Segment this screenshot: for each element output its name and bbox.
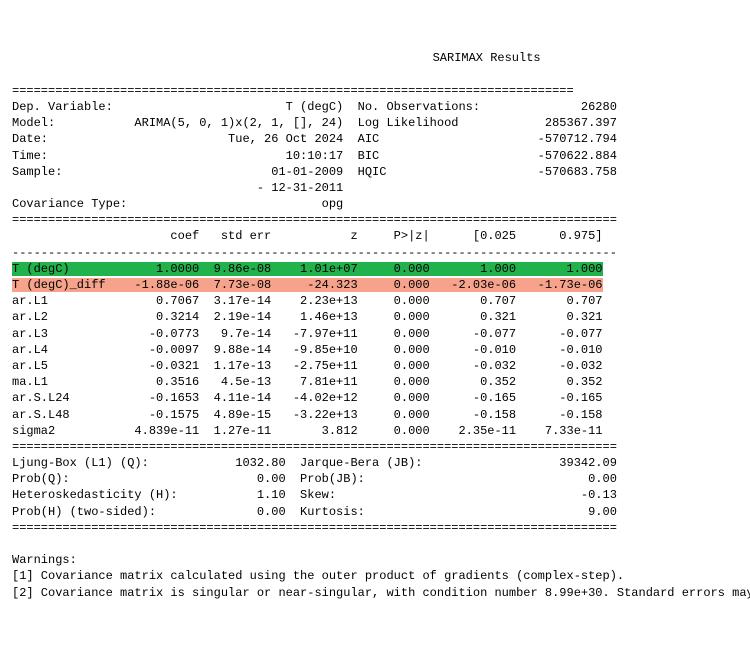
coef-row: ar.L4 -0.0097 9.88e-14 -9.85e+10 0.000 -…: [12, 343, 603, 357]
coef-row: ma.L1 0.3516 4.5e-13 7.81e+11 0.000 0.35…: [12, 375, 603, 389]
diag-row: Heteroskedasticity (H): 1.10 Skew: -0.13: [12, 488, 617, 502]
coef-row: ar.L5 -0.0321 1.17e-13 -2.75e+11 0.000 -…: [12, 359, 603, 373]
warning-line: [2] Covariance matrix is singular or nea…: [12, 586, 750, 600]
divider: ========================================…: [12, 440, 617, 454]
sarimax-results: SARIMAX Results ========================…: [12, 50, 738, 600]
header-row: Time: 10:10:17 BIC -570622.884: [12, 149, 617, 163]
header-row: Dep. Variable: T (degC) No. Observations…: [12, 100, 617, 114]
coef-row: sigma2 4.839e-11 1.27e-11 3.812 0.000 2.…: [12, 424, 603, 438]
diag-row: Ljung-Box (L1) (Q): 1032.80 Jarque-Bera …: [12, 456, 617, 470]
divider: ========================================…: [12, 84, 574, 98]
warnings-title: Warnings:: [12, 553, 77, 567]
divider: ========================================…: [12, 521, 617, 535]
page-title: SARIMAX Results: [12, 50, 738, 66]
coef-row: ar.L3 -0.0773 9.7e-14 -7.97e+11 0.000 -0…: [12, 327, 603, 341]
divider-dash: ----------------------------------------…: [12, 246, 617, 260]
header-row: Date: Tue, 26 Oct 2024 AIC -570712.794: [12, 132, 617, 146]
warning-line: [1] Covariance matrix calculated using t…: [12, 569, 624, 583]
header-row: Model: ARIMA(5, 0, 1)x(2, 1, [], 24) Log…: [12, 116, 617, 130]
header-row: Sample: 01-01-2009 HQIC -570683.758: [12, 165, 617, 179]
coef-row: T (degC) 1.0000 9.86e-08 1.01e+07 0.000 …: [12, 262, 603, 276]
coef-row: ar.L2 0.3214 2.19e-14 1.46e+13 0.000 0.3…: [12, 310, 603, 324]
coef-header: coef std err z P>|z| [0.025 0.975]: [12, 229, 603, 243]
coef-row: ar.S.L48 -0.1575 4.89e-15 -3.22e+13 0.00…: [12, 408, 603, 422]
coef-row: T (degC)_diff -1.88e-06 7.73e-08 -24.323…: [12, 278, 603, 292]
diag-row: Prob(H) (two-sided): 0.00 Kurtosis: 9.00: [12, 505, 617, 519]
header-row: - 12-31-2011: [12, 181, 343, 195]
header-row: Covariance Type: opg: [12, 197, 343, 211]
coef-row: ar.L1 0.7067 3.17e-14 2.23e+13 0.000 0.7…: [12, 294, 603, 308]
coef-row: ar.S.L24 -0.1653 4.11e-14 -4.02e+12 0.00…: [12, 391, 603, 405]
divider: ========================================…: [12, 213, 617, 227]
diag-row: Prob(Q): 0.00 Prob(JB): 0.00: [12, 472, 617, 486]
